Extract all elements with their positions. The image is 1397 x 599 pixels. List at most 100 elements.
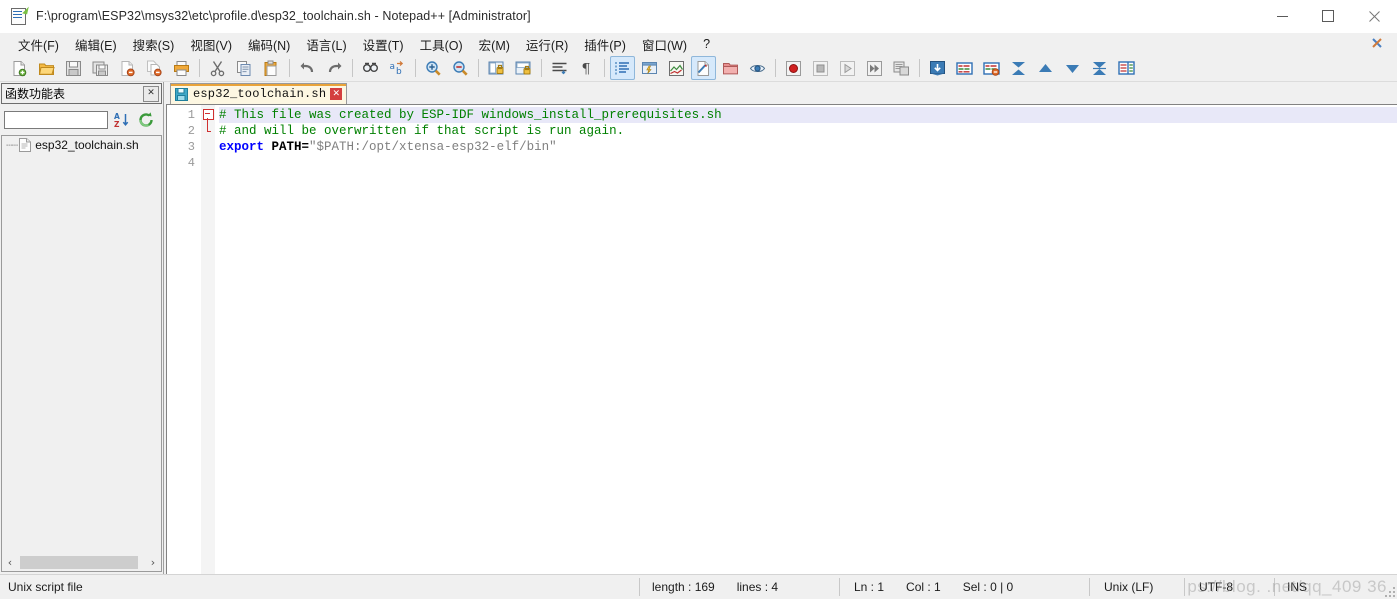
save-all-icon[interactable] — [88, 56, 113, 80]
toolbar-separator — [604, 59, 605, 77]
menu-window[interactable]: 窗口(W) — [634, 33, 695, 56]
function-list-search-input[interactable] — [4, 111, 108, 129]
save-icon[interactable] — [61, 56, 86, 80]
svg-text:b: b — [396, 67, 402, 77]
close-file-icon[interactable] — [115, 56, 140, 80]
menu-language[interactable]: 语言(L) — [298, 33, 354, 56]
paste-icon[interactable] — [259, 56, 284, 80]
menu-plugins[interactable]: 插件(P) — [576, 33, 634, 56]
tree-connector: ┄┄ — [6, 139, 18, 152]
sync-horizontal-scroll-icon[interactable] — [511, 56, 536, 80]
zoom-out-icon[interactable] — [448, 56, 473, 80]
toolbar-separator — [541, 59, 542, 77]
code-token-keyword: export — [219, 140, 265, 154]
svg-text:Z: Z — [114, 120, 120, 129]
menu-help[interactable]: ? — [695, 35, 718, 53]
code-line: # This file was created by ESP-IDF windo… — [219, 107, 1397, 123]
tab-close-icon[interactable]: ✕ — [330, 88, 343, 100]
status-length: length : 169 — [652, 580, 715, 594]
show-all-characters-icon[interactable]: ¶ — [574, 56, 599, 80]
split-view-icon[interactable] — [1114, 56, 1139, 80]
new-file-icon[interactable] — [7, 56, 32, 80]
status-encoding[interactable]: UTF-8 — [1185, 578, 1275, 596]
function-list-panel: 函数功能表 ✕ A Z ┄┄ esp32_toolchain.sh ‹ › — [0, 82, 164, 574]
toolbar-separator — [199, 59, 200, 77]
menu-run[interactable]: 运行(R) — [518, 33, 576, 56]
collapse-all-icon[interactable] — [1006, 56, 1031, 80]
function-list-tree[interactable]: ┄┄ esp32_toolchain.sh — [1, 135, 162, 554]
line-number: 2 — [187, 124, 195, 138]
word-wrap-icon[interactable] — [547, 56, 572, 80]
record-macro-icon[interactable] — [781, 56, 806, 80]
status-eol-format[interactable]: Unix (LF) — [1090, 578, 1185, 596]
hscroll-track[interactable] — [18, 555, 145, 570]
app-icon — [10, 5, 29, 25]
expand-level-icon[interactable] — [1060, 56, 1085, 80]
code-token-comment: # and will be overwritten if that script… — [219, 124, 625, 138]
zoom-in-icon[interactable] — [421, 56, 446, 80]
run-icon[interactable] — [925, 56, 950, 80]
function-list-close-button[interactable]: ✕ — [143, 85, 159, 102]
print-icon[interactable] — [169, 56, 194, 80]
hscroll-thumb[interactable] — [20, 556, 138, 569]
tab-esp32-toolchain[interactable]: esp32_toolchain.sh ✕ — [170, 83, 348, 104]
menu-view[interactable]: 视图(V) — [182, 33, 240, 56]
close-document-icon[interactable] — [1369, 35, 1385, 51]
open-file-icon[interactable] — [34, 56, 59, 80]
fold-line — [207, 118, 208, 132]
sync-vertical-scroll-icon[interactable] — [484, 56, 509, 80]
function-list-hscrollbar[interactable]: ‹ › — [1, 554, 162, 572]
code-token-comment: # This file was created by ESP-IDF windo… — [219, 108, 722, 122]
code-line: export PATH="$PATH:/opt/xtensa-esp32-elf… — [219, 139, 1397, 155]
remove-nonprint-icon[interactable] — [979, 56, 1004, 80]
run-macro-multiple-icon[interactable] — [862, 56, 887, 80]
maximize-button[interactable] — [1305, 0, 1351, 32]
replace-icon[interactable]: ab — [385, 56, 410, 80]
menu-search[interactable]: 搜索(S) — [125, 33, 183, 56]
cut-icon[interactable] — [205, 56, 230, 80]
menu-tools[interactable]: 工具(O) — [412, 33, 471, 56]
function-list-icon[interactable] — [691, 56, 716, 80]
expand-all-icon[interactable] — [1087, 56, 1112, 80]
indent-guide-icon[interactable] — [610, 56, 635, 80]
menu-encoding[interactable]: 编码(N) — [240, 33, 298, 56]
menu-macro[interactable]: 宏(M) — [471, 33, 518, 56]
resize-grip[interactable] — [1383, 585, 1395, 597]
notepadpp-window: F:\program\ESP32\msys32\etc\profile.d\es… — [0, 0, 1397, 599]
function-list-toolbar: A Z — [0, 104, 163, 133]
code-content[interactable]: # This file was created by ESP-IDF windo… — [215, 105, 1397, 574]
close-window-button[interactable] — [1351, 0, 1397, 32]
user-defined-dialog-icon[interactable] — [637, 56, 662, 80]
find-icon[interactable] — [358, 56, 383, 80]
fold-collapse-icon[interactable] — [203, 109, 214, 120]
status-length-lines: length : 169 lines : 4 — [640, 578, 840, 596]
code-editor[interactable]: 1 2 3 4 # This file was created by ESP-I… — [166, 104, 1397, 574]
scroll-left-icon[interactable]: ‹ — [2, 555, 18, 570]
menu-file[interactable]: 文件(F) — [10, 33, 67, 56]
collapse-level-icon[interactable] — [1033, 56, 1058, 80]
function-list-caption: 函数功能表 ✕ — [1, 83, 162, 104]
copy-icon[interactable] — [232, 56, 257, 80]
stop-recording-icon[interactable] — [808, 56, 833, 80]
scroll-right-icon[interactable]: › — [145, 555, 161, 570]
redo-icon[interactable] — [322, 56, 347, 80]
fold-margin[interactable] — [201, 105, 215, 574]
monitoring-icon[interactable] — [745, 56, 770, 80]
folder-as-workspace-icon[interactable] — [718, 56, 743, 80]
tab-label: esp32_toolchain.sh — [193, 87, 327, 101]
save-macro-icon[interactable] — [889, 56, 914, 80]
function-tree-item[interactable]: ┄┄ esp32_toolchain.sh — [2, 136, 161, 154]
undo-icon[interactable] — [295, 56, 320, 80]
sort-az-icon[interactable]: A Z — [112, 110, 132, 130]
menu-edit[interactable]: 编辑(E) — [67, 33, 125, 56]
reload-icon[interactable] — [136, 110, 156, 130]
window-title: F:\program\ESP32\msys32\etc\profile.d\es… — [36, 9, 531, 23]
play-macro-icon[interactable] — [835, 56, 860, 80]
status-insert-mode[interactable]: INS — [1275, 578, 1397, 596]
document-map-icon[interactable] — [664, 56, 689, 80]
close-all-icon[interactable] — [142, 56, 167, 80]
show-nonprint-icon[interactable] — [952, 56, 977, 80]
minimize-button[interactable] — [1259, 0, 1305, 32]
menu-settings[interactable]: 设置(T) — [355, 33, 412, 56]
